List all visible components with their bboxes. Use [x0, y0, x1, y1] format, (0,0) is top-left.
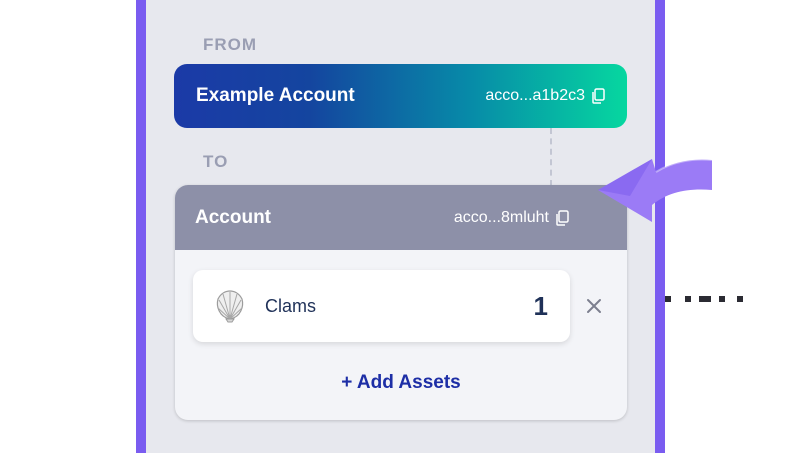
to-label: TO — [203, 152, 229, 171]
to-account-address: acco...8mluht — [453, 208, 549, 226]
remove-asset-icon[interactable] — [584, 296, 604, 316]
to-account-card: Account acco...8mluht Clams 1 + Add Asse… — [175, 185, 627, 420]
copy-icon[interactable] — [591, 88, 605, 104]
shell-icon — [216, 290, 244, 323]
from-account-card[interactable]: Example Account acco...a1b2c3 — [174, 64, 627, 128]
to-account-header[interactable]: Account acco...8mluht — [175, 185, 627, 250]
add-assets-button[interactable]: + Add Assets — [175, 372, 627, 394]
dotted-line-decoration — [665, 296, 743, 302]
curved-arrow-icon — [598, 158, 713, 222]
copy-icon[interactable] — [555, 209, 569, 226]
asset-name: Clams — [265, 295, 317, 316]
from-account-name: Example Account — [196, 85, 355, 106]
to-account-address-group: acco...8mluht — [454, 209, 569, 227]
to-account-name: Account — [195, 206, 271, 228]
from-label: FROM — [203, 35, 258, 54]
asset-row[interactable]: Clams 1 — [193, 270, 570, 342]
asset-quantity[interactable]: 1 — [534, 291, 548, 322]
from-account-address-group: acco...a1b2c3 — [485, 87, 605, 105]
from-account-address: acco...a1b2c3 — [485, 87, 585, 104]
connector-line — [550, 128, 552, 186]
frame-border-left — [136, 0, 146, 453]
